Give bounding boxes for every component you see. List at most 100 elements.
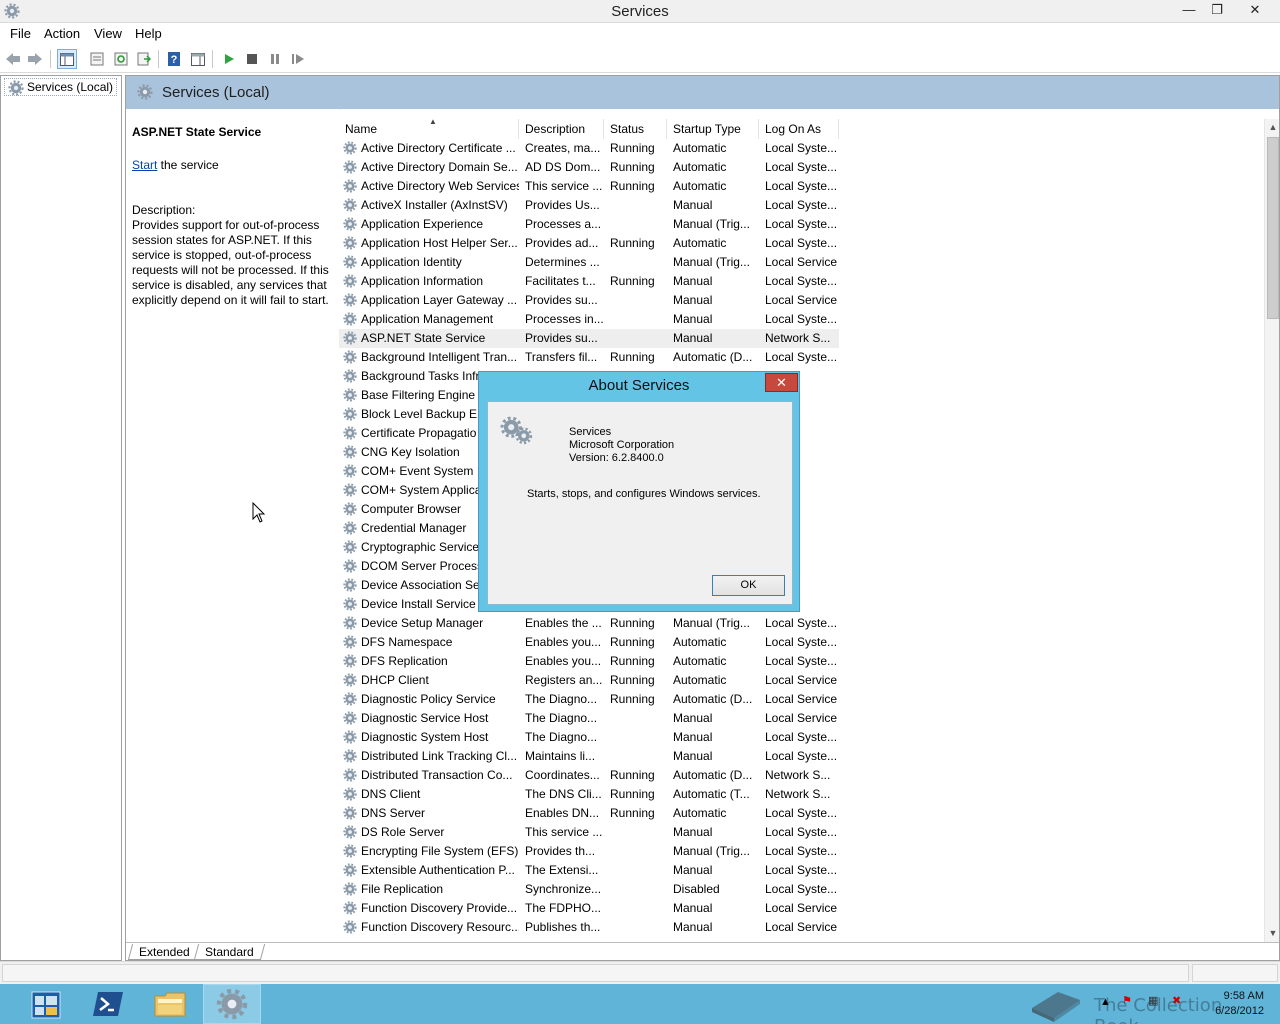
column-header-description[interactable]: Description	[519, 119, 604, 139]
dialog-title: About Services	[588, 377, 690, 394]
table-row[interactable]: Function Discovery Provide... The FDPHO..…	[339, 899, 839, 918]
table-row[interactable]: Diagnostic Service Host The Diagno... Manu…	[339, 709, 839, 728]
service-name: DNS Server	[361, 806, 426, 820]
table-row[interactable]: DS Role Server This service ... Manual Loca…	[339, 823, 839, 842]
service-status: Running	[610, 350, 655, 364]
table-row[interactable]: ActiveX Installer (AxInstSV) Provides Us.…	[339, 196, 839, 215]
stop-service-icon[interactable]	[242, 49, 262, 69]
services-taskbar-button[interactable]	[203, 984, 261, 1024]
start-service-link[interactable]: Start	[132, 158, 157, 172]
column-header-status[interactable]: Status	[604, 119, 667, 139]
service-status: Running	[610, 673, 655, 687]
table-row[interactable]: DNS Server Enables DN... Running Automatic L…	[339, 804, 839, 823]
table-row[interactable]: Active Directory Certificate ... Creates,…	[339, 139, 839, 158]
service-gear-icon	[343, 502, 357, 516]
service-startup-type: Manual	[673, 863, 713, 877]
powershell-icon[interactable]	[79, 984, 137, 1024]
show-hide-console-tree-icon[interactable]	[57, 49, 77, 69]
export-list-icon[interactable]	[134, 49, 154, 69]
table-row[interactable]: Active Directory Domain Se... AD DS Dom..…	[339, 158, 839, 177]
table-row[interactable]: File Replication Synchronize... Disabled Lo…	[339, 880, 839, 899]
tree-item-services-local[interactable]: Services (Local)	[4, 78, 118, 96]
table-row[interactable]: Background Intelligent Tran... Transfers …	[339, 348, 839, 367]
table-row[interactable]: Function Discovery Resourc... Publishes t…	[339, 918, 839, 937]
scroll-down-button[interactable]: ▼	[1265, 925, 1279, 942]
menu-action[interactable]: Action	[44, 26, 80, 41]
menu-view[interactable]: View	[94, 26, 122, 41]
tab-extended[interactable]: Extended	[127, 944, 201, 960]
file-explorer-icon[interactable]	[141, 984, 199, 1024]
table-row[interactable]: DNS Client The DNS Cli... Running Automatic…	[339, 785, 839, 804]
service-description: This service ...	[525, 825, 603, 839]
service-startup-type: Manual	[673, 198, 713, 212]
column-header-startup-type[interactable]: Startup Type	[667, 119, 759, 139]
pause-service-icon[interactable]	[265, 49, 285, 69]
table-row[interactable]: Application Experience Processes a... Manu…	[339, 215, 839, 234]
table-row[interactable]: Encrypting File System (EFS) Provides th.…	[339, 842, 839, 861]
service-name: Application Layer Gateway ...	[361, 293, 518, 307]
service-name: Application Host Helper Ser...	[361, 236, 518, 250]
service-description: Enables DN...	[525, 806, 600, 820]
show-hide-action-pane-icon[interactable]	[188, 49, 208, 69]
service-log-on-as: Local Syste...	[765, 806, 837, 820]
restore-button[interactable]: ❐	[1204, 0, 1230, 21]
dialog-version: Version: 6.2.8400.0	[569, 452, 664, 464]
back-icon[interactable]	[3, 49, 23, 69]
service-gear-icon	[343, 179, 357, 193]
table-row[interactable]: Application Information Facilitates t... R…	[339, 272, 839, 291]
table-row[interactable]: Extensible Authentication P... The Extens…	[339, 861, 839, 880]
service-log-on-as: Local Syste...	[765, 730, 837, 744]
table-row[interactable]: Device Setup Manager Enables the ... Runni…	[339, 614, 839, 633]
service-name: Diagnostic System Host	[361, 730, 489, 744]
table-row[interactable]: DFS Replication Enables you... Running Auto…	[339, 652, 839, 671]
service-status: Running	[610, 160, 655, 174]
service-gear-icon	[343, 540, 357, 554]
ok-button[interactable]: OK	[712, 575, 785, 596]
service-name: Device Setup Manager	[361, 616, 484, 630]
close-button[interactable]: ✕	[1232, 0, 1278, 21]
table-row[interactable]: Diagnostic System Host The Diagno... Manua…	[339, 728, 839, 747]
column-header-log-on-as[interactable]: Log On As	[759, 119, 839, 139]
table-row[interactable]: Distributed Transaction Co... Coordinates…	[339, 766, 839, 785]
pane-header: Services (Local)	[126, 76, 1279, 109]
table-row[interactable]: Application Host Helper Ser... Provides a…	[339, 234, 839, 253]
service-name: DHCP Client	[361, 673, 429, 687]
help-icon[interactable]: ?	[164, 49, 184, 69]
restart-service-icon[interactable]	[288, 49, 308, 69]
properties-icon[interactable]	[87, 49, 107, 69]
toolbar-separator	[158, 50, 159, 68]
service-log-on-as: Local Service	[765, 692, 837, 706]
menu-file[interactable]: File	[10, 26, 31, 41]
service-name: Application Identity	[361, 255, 462, 269]
description-label: Description:	[132, 203, 196, 217]
scroll-thumb[interactable]	[1267, 137, 1279, 319]
service-name: Function Discovery Provide...	[361, 901, 518, 915]
table-row[interactable]: Diagnostic Policy Service The Diagno... Ru…	[339, 690, 839, 709]
start-service-icon[interactable]	[219, 49, 239, 69]
table-row[interactable]: Application Management Processes in... Man…	[339, 310, 839, 329]
service-name: DFS Namespace	[361, 635, 453, 649]
service-gear-icon	[343, 768, 357, 782]
refresh-icon[interactable]	[111, 49, 131, 69]
tab-standard[interactable]: Standard	[193, 944, 265, 960]
table-row[interactable]: Active Directory Web Services This servic…	[339, 177, 839, 196]
service-name: Function Discovery Resourc...	[361, 920, 519, 934]
forward-icon[interactable]	[25, 49, 45, 69]
menu-help[interactable]: Help	[135, 26, 162, 41]
table-row[interactable]: Application Identity Determines ... Manual…	[339, 253, 839, 272]
column-header-name[interactable]: Name ▲	[339, 119, 519, 139]
table-row[interactable]: Distributed Link Tracking Cl... Maintains…	[339, 747, 839, 766]
vertical-scrollbar[interactable]: ▲ ▼	[1264, 119, 1279, 942]
dialog-close-button[interactable]: ✕	[765, 373, 798, 392]
table-row[interactable]: DHCP Client Registers an... Running Automat…	[339, 671, 839, 690]
mouse-cursor-icon	[252, 502, 266, 523]
scroll-up-button[interactable]: ▲	[1265, 119, 1279, 136]
table-row[interactable]: Application Layer Gateway ... Provides su…	[339, 291, 839, 310]
service-name: Extensible Authentication P...	[361, 863, 515, 877]
menu-bar: File Action View Help	[0, 23, 1280, 45]
minimize-button[interactable]: —	[1176, 0, 1202, 21]
table-row[interactable]: DFS Namespace Enables you... Running Automa…	[339, 633, 839, 652]
server-manager-icon[interactable]	[17, 984, 75, 1024]
service-description: Processes in...	[525, 312, 604, 326]
table-row[interactable]: ASP.NET State Service Provides su... Manua…	[339, 329, 839, 348]
